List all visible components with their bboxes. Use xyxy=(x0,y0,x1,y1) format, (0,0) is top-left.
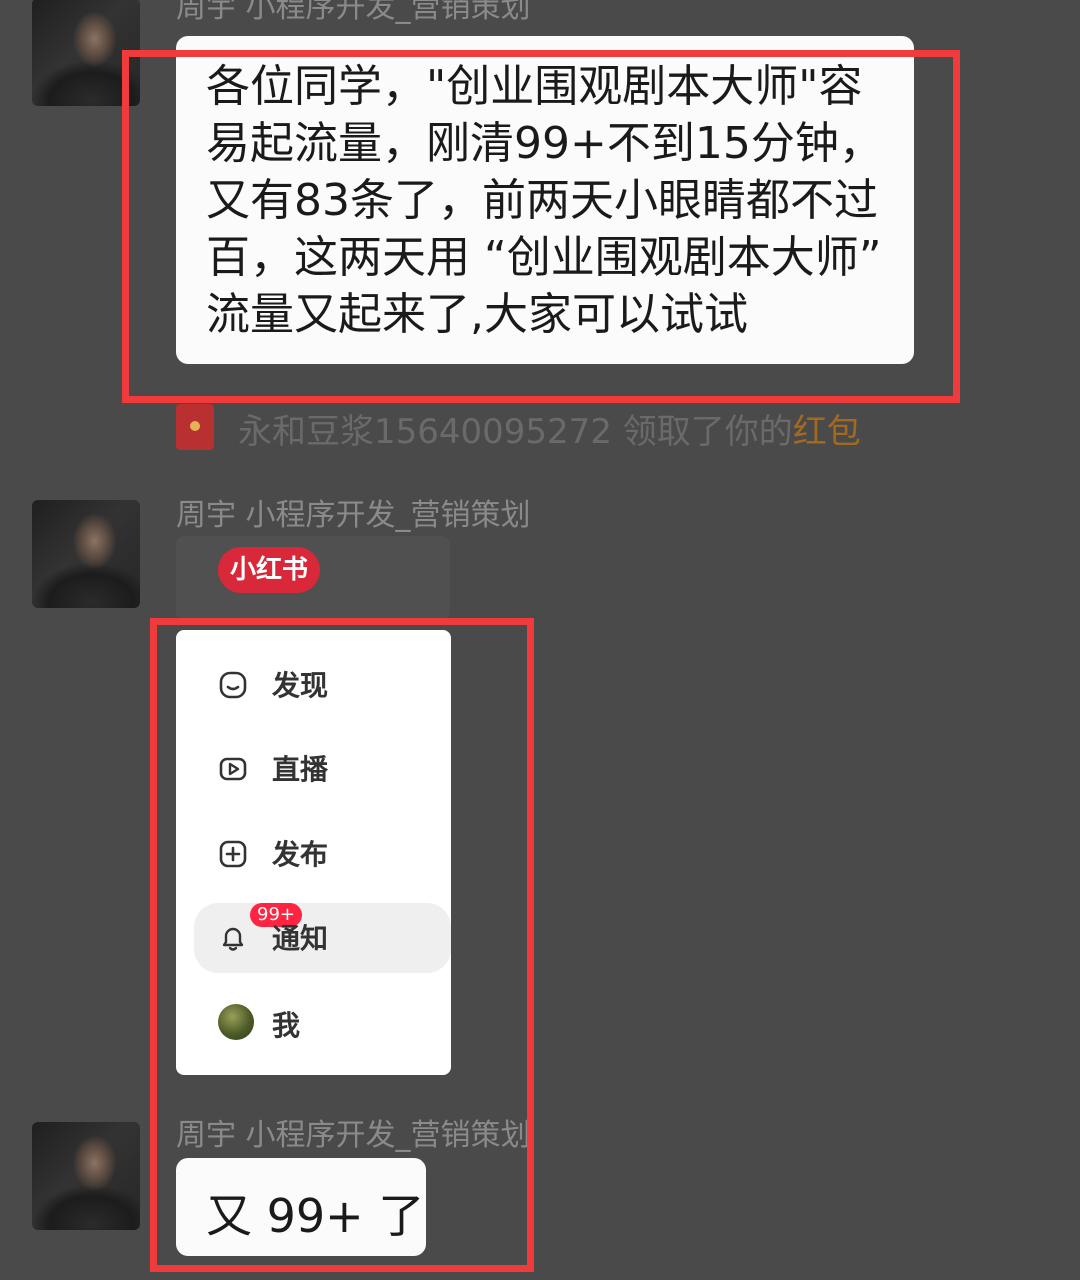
sender-name: 周宇 小程序开发_营销策划 xyxy=(176,0,531,25)
red-packet-link[interactable]: 红包 xyxy=(793,412,861,452)
highlight-box xyxy=(150,618,534,1272)
xiaohongshu-logo: 小红书 xyxy=(218,547,320,593)
sender-avatar[interactable] xyxy=(32,500,140,608)
message-text: 各位同学，"创业围观剧本大师"容易起流量，刚清99+不到15分钟，又有83条了，… xyxy=(206,61,883,340)
red-packet-notice: 永和豆浆15640095272 领取了你的红包 xyxy=(238,404,861,453)
sender-name: 周宇 小程序开发_营销策划 xyxy=(176,498,531,533)
red-packet-text: 永和豆浆15640095272 领取了你的 xyxy=(238,412,793,452)
red-packet-icon xyxy=(176,404,214,450)
sender-avatar[interactable] xyxy=(32,1122,140,1230)
